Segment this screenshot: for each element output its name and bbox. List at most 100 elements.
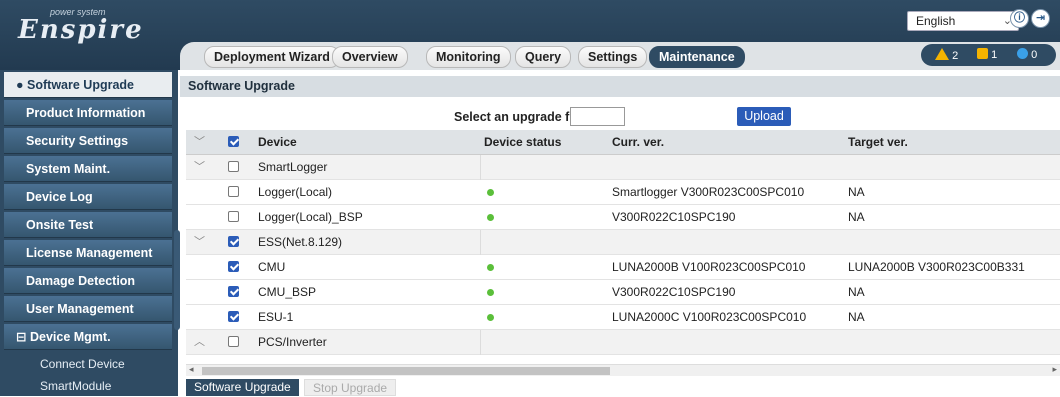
warning-alarm[interactable]: 0 bbox=[1017, 48, 1037, 61]
language-select[interactable]: English ⌄ bbox=[907, 11, 1019, 31]
warning-triangle-icon bbox=[935, 48, 949, 60]
device-name: ESU-1 bbox=[258, 310, 294, 324]
sidebar-item-label: Device Mgmt. bbox=[29, 330, 111, 344]
row-checkbox[interactable] bbox=[228, 311, 239, 322]
main-panel: Software Upgrade Select an upgrade file:… bbox=[180, 70, 1060, 396]
upload-file-label: Select an upgrade file: bbox=[454, 110, 588, 124]
device-name: Logger(Local) bbox=[258, 185, 333, 199]
online-status-icon bbox=[487, 264, 494, 271]
page-title: Software Upgrade bbox=[180, 76, 1060, 97]
column-divider bbox=[480, 230, 481, 255]
column-header-curr-ver: Curr. ver. bbox=[612, 135, 665, 149]
scrollbar-thumb[interactable] bbox=[202, 367, 610, 375]
sidebar-item-label: License Management bbox=[26, 246, 153, 260]
column-divider bbox=[480, 330, 481, 355]
logo: power system Enspire bbox=[18, 6, 158, 45]
row-checkbox[interactable] bbox=[228, 161, 239, 172]
row-checkbox[interactable] bbox=[228, 336, 239, 347]
column-header-device: Device bbox=[258, 135, 297, 149]
current-version: LUNA2000C V100R023C00SPC010 bbox=[612, 310, 807, 324]
row-checkbox[interactable] bbox=[228, 236, 239, 247]
device-name: CMU_BSP bbox=[258, 285, 317, 299]
logo-title: Enspire bbox=[18, 15, 144, 45]
row-checkbox[interactable] bbox=[228, 261, 239, 272]
expand-all-icon[interactable]: ﹀ bbox=[194, 130, 205, 154]
sidebar-item-license-management[interactable]: License Management bbox=[4, 240, 172, 266]
header-icon-group: ⓘ ⇥ bbox=[1010, 9, 1050, 32]
minus-box-icon: ⊟ bbox=[16, 330, 27, 344]
sidebar-item-product-information[interactable]: Product Information bbox=[4, 100, 172, 126]
tab-deployment-wizard[interactable]: Deployment Wizard bbox=[204, 46, 340, 68]
target-version: LUNA2000B V300R023C00B331 bbox=[848, 260, 1025, 274]
stop-upgrade-button[interactable]: Stop Upgrade bbox=[304, 379, 397, 396]
minor-alarm[interactable]: 1 bbox=[977, 48, 997, 61]
select-all-checkbox[interactable] bbox=[228, 136, 239, 147]
top-header: power system Enspire English ⌄ ⓘ ⇥ Deplo… bbox=[0, 0, 1060, 70]
sidebar-item-label: System Maint. bbox=[26, 162, 111, 176]
tab-monitoring[interactable]: Monitoring bbox=[426, 46, 511, 68]
tab-settings[interactable]: Settings bbox=[578, 46, 648, 68]
current-version: V300R022C10SPC190 bbox=[612, 285, 736, 299]
sidebar-item-device-log[interactable]: Device Log bbox=[4, 184, 172, 210]
sidebar-item-label: Security Settings bbox=[26, 134, 129, 148]
group-device-name: PCS/Inverter bbox=[258, 335, 327, 349]
info-icon[interactable]: ⓘ bbox=[1010, 9, 1029, 28]
online-status-icon bbox=[487, 214, 494, 221]
sidebar-item-user-management[interactable]: User Management bbox=[4, 296, 172, 322]
horizontal-scrollbar[interactable]: ◂ ▸ bbox=[186, 364, 1060, 376]
group-device-name: ESS(Net.8.129) bbox=[258, 235, 343, 249]
upload-row: Select an upgrade file: Upload bbox=[180, 104, 1060, 130]
target-version: NA bbox=[848, 185, 865, 199]
major-alarm[interactable]: 2 bbox=[935, 48, 958, 62]
major-alarm-count: 2 bbox=[952, 50, 959, 62]
column-header-target-ver: Target ver. bbox=[848, 135, 908, 149]
group-device-name: SmartLogger bbox=[258, 160, 328, 174]
row-checkbox[interactable] bbox=[228, 186, 239, 197]
warning-alarm-count: 0 bbox=[1031, 49, 1038, 61]
logout-icon[interactable]: ⇥ bbox=[1031, 9, 1050, 28]
current-version: LUNA2000B V100R023C00SPC010 bbox=[612, 260, 806, 274]
table-row: Logger(Local)_BSP V300R022C10SPC190 NA bbox=[186, 205, 1060, 230]
sidebar-item-label: Product Information bbox=[26, 106, 146, 120]
sidebar-item-security-settings[interactable]: Security Settings bbox=[4, 128, 172, 154]
table-group-row: ﹀ SmartLogger bbox=[186, 155, 1060, 180]
tab-query[interactable]: Query bbox=[515, 46, 572, 68]
sidebar-item-label: Device Log bbox=[26, 190, 93, 204]
language-value: English bbox=[916, 14, 956, 28]
sidebar-subitem-connect-device[interactable]: Connect Device bbox=[4, 354, 172, 374]
tab-overview[interactable]: Overview bbox=[332, 46, 408, 68]
online-status-icon bbox=[487, 289, 494, 296]
sidebar-item-device-mgmt[interactable]: ⊟ Device Mgmt. bbox=[4, 324, 172, 350]
target-version: NA bbox=[848, 310, 865, 324]
column-divider bbox=[480, 155, 481, 180]
table-group-row: ﹀ ESS(Net.8.129) bbox=[186, 230, 1060, 255]
info-dot-icon bbox=[1017, 48, 1028, 59]
expand-chevron-icon[interactable]: ︿ bbox=[194, 330, 205, 354]
column-header-status: Device status bbox=[484, 135, 562, 149]
table-row: ESU-1 LUNA2000C V100R023C00SPC010 NA bbox=[186, 305, 1060, 330]
sidebar-item-software-upgrade[interactable]: ● Software Upgrade bbox=[4, 72, 172, 98]
collapse-chevron-icon[interactable]: ﹀ bbox=[194, 155, 205, 179]
sidebar-item-label: Software Upgrade bbox=[27, 78, 134, 92]
online-status-icon bbox=[487, 189, 494, 196]
sidebar-item-onsite-test[interactable]: Onsite Test bbox=[4, 212, 172, 238]
table-row: CMU LUNA2000B V100R023C00SPC010 LUNA2000… bbox=[186, 255, 1060, 280]
sidebar-item-damage-detection[interactable]: Damage Detection bbox=[4, 268, 172, 294]
minor-alarm-count: 1 bbox=[991, 49, 998, 61]
software-upgrade-button[interactable]: Software Upgrade bbox=[186, 379, 299, 396]
sidebar-item-label: Damage Detection bbox=[26, 274, 136, 288]
tab-maintenance[interactable]: Maintenance bbox=[649, 46, 745, 68]
sidebar-item-label: User Management bbox=[26, 302, 134, 316]
row-checkbox[interactable] bbox=[228, 211, 239, 222]
current-version: Smartlogger V300R023C00SPC010 bbox=[612, 185, 805, 199]
upload-file-input[interactable] bbox=[570, 107, 625, 126]
collapse-chevron-icon[interactable]: ﹀ bbox=[194, 230, 205, 254]
scroll-left-icon[interactable]: ◂ bbox=[189, 364, 194, 375]
sidebar-item-system-maint[interactable]: System Maint. bbox=[4, 156, 172, 182]
alarm-summary[interactable]: 2 1 0 bbox=[921, 44, 1056, 66]
row-checkbox[interactable] bbox=[228, 286, 239, 297]
upload-button[interactable]: Upload bbox=[737, 107, 791, 126]
scroll-right-icon[interactable]: ▸ bbox=[1052, 364, 1057, 375]
sidebar-item-label: Onsite Test bbox=[26, 218, 94, 232]
sidebar-subitem-smartmodule[interactable]: SmartModule bbox=[4, 376, 172, 396]
